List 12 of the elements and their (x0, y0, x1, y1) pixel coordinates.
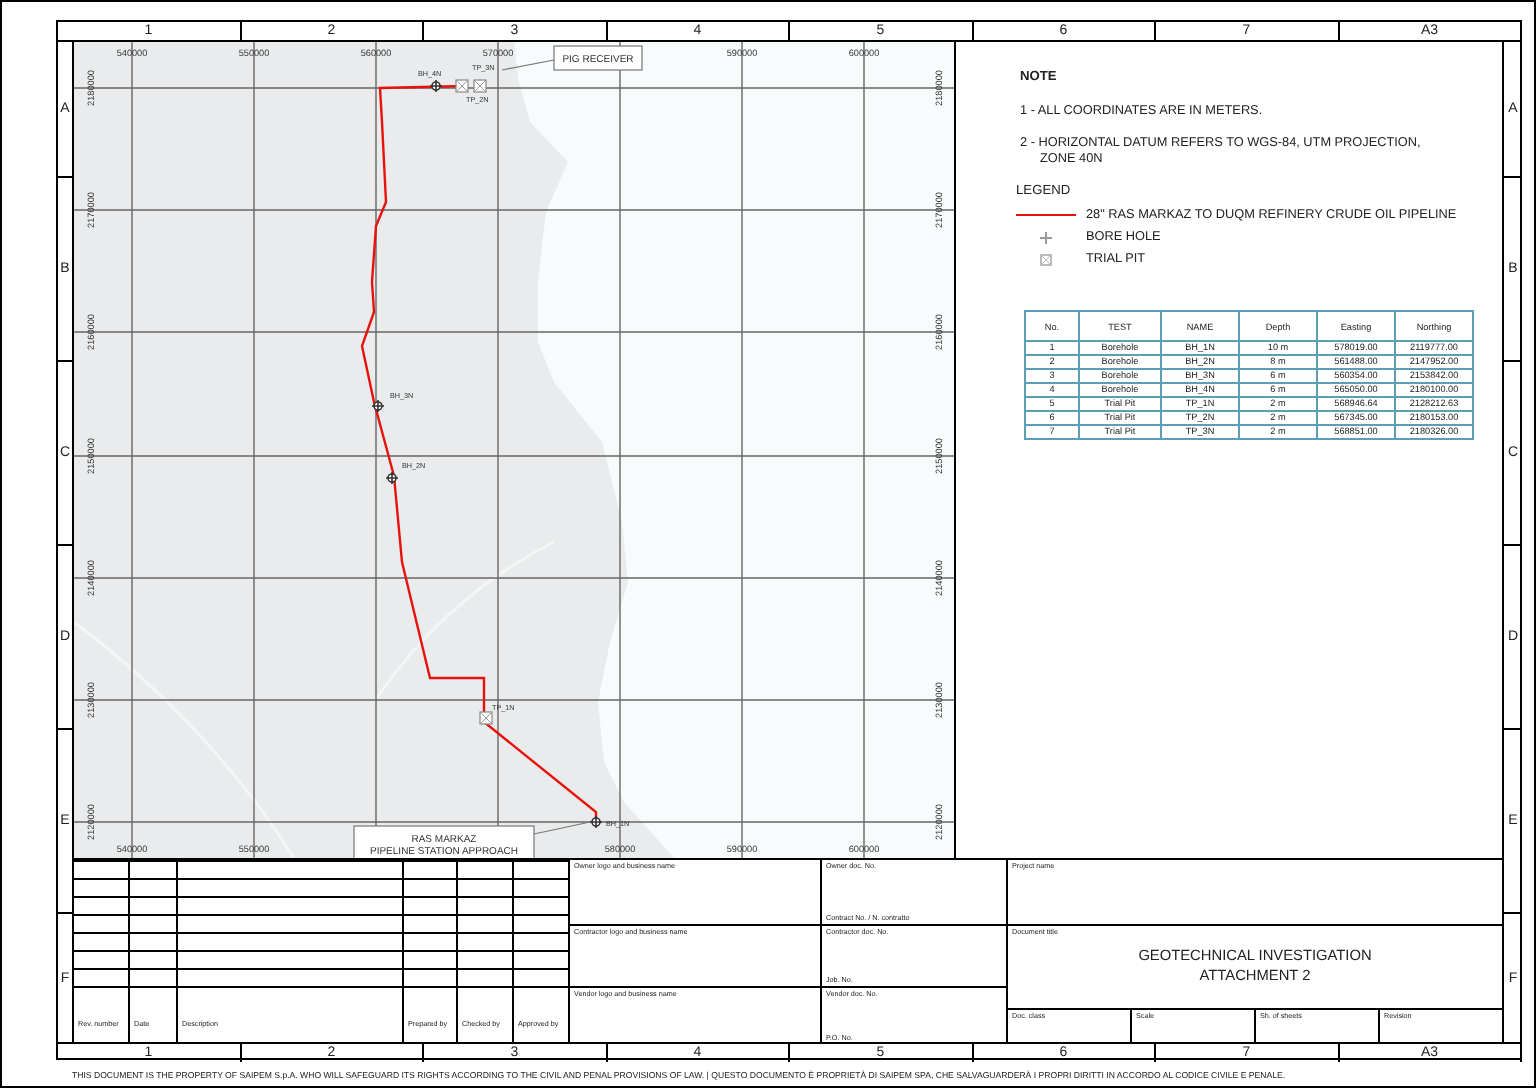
borehole-icon (429, 79, 443, 93)
trial-pit-icon (479, 711, 493, 725)
trial-pit-icon (1040, 253, 1052, 265)
trial-pit-icon (455, 79, 469, 93)
borehole-icon (371, 399, 385, 413)
pipeline-line-icon (1016, 213, 1076, 217)
leader-line (533, 821, 591, 835)
leader-line (501, 59, 555, 71)
trial-pit-icon (473, 79, 487, 93)
borehole-icon (1040, 231, 1052, 243)
borehole-icon (589, 815, 603, 829)
borehole-icon (385, 471, 399, 485)
